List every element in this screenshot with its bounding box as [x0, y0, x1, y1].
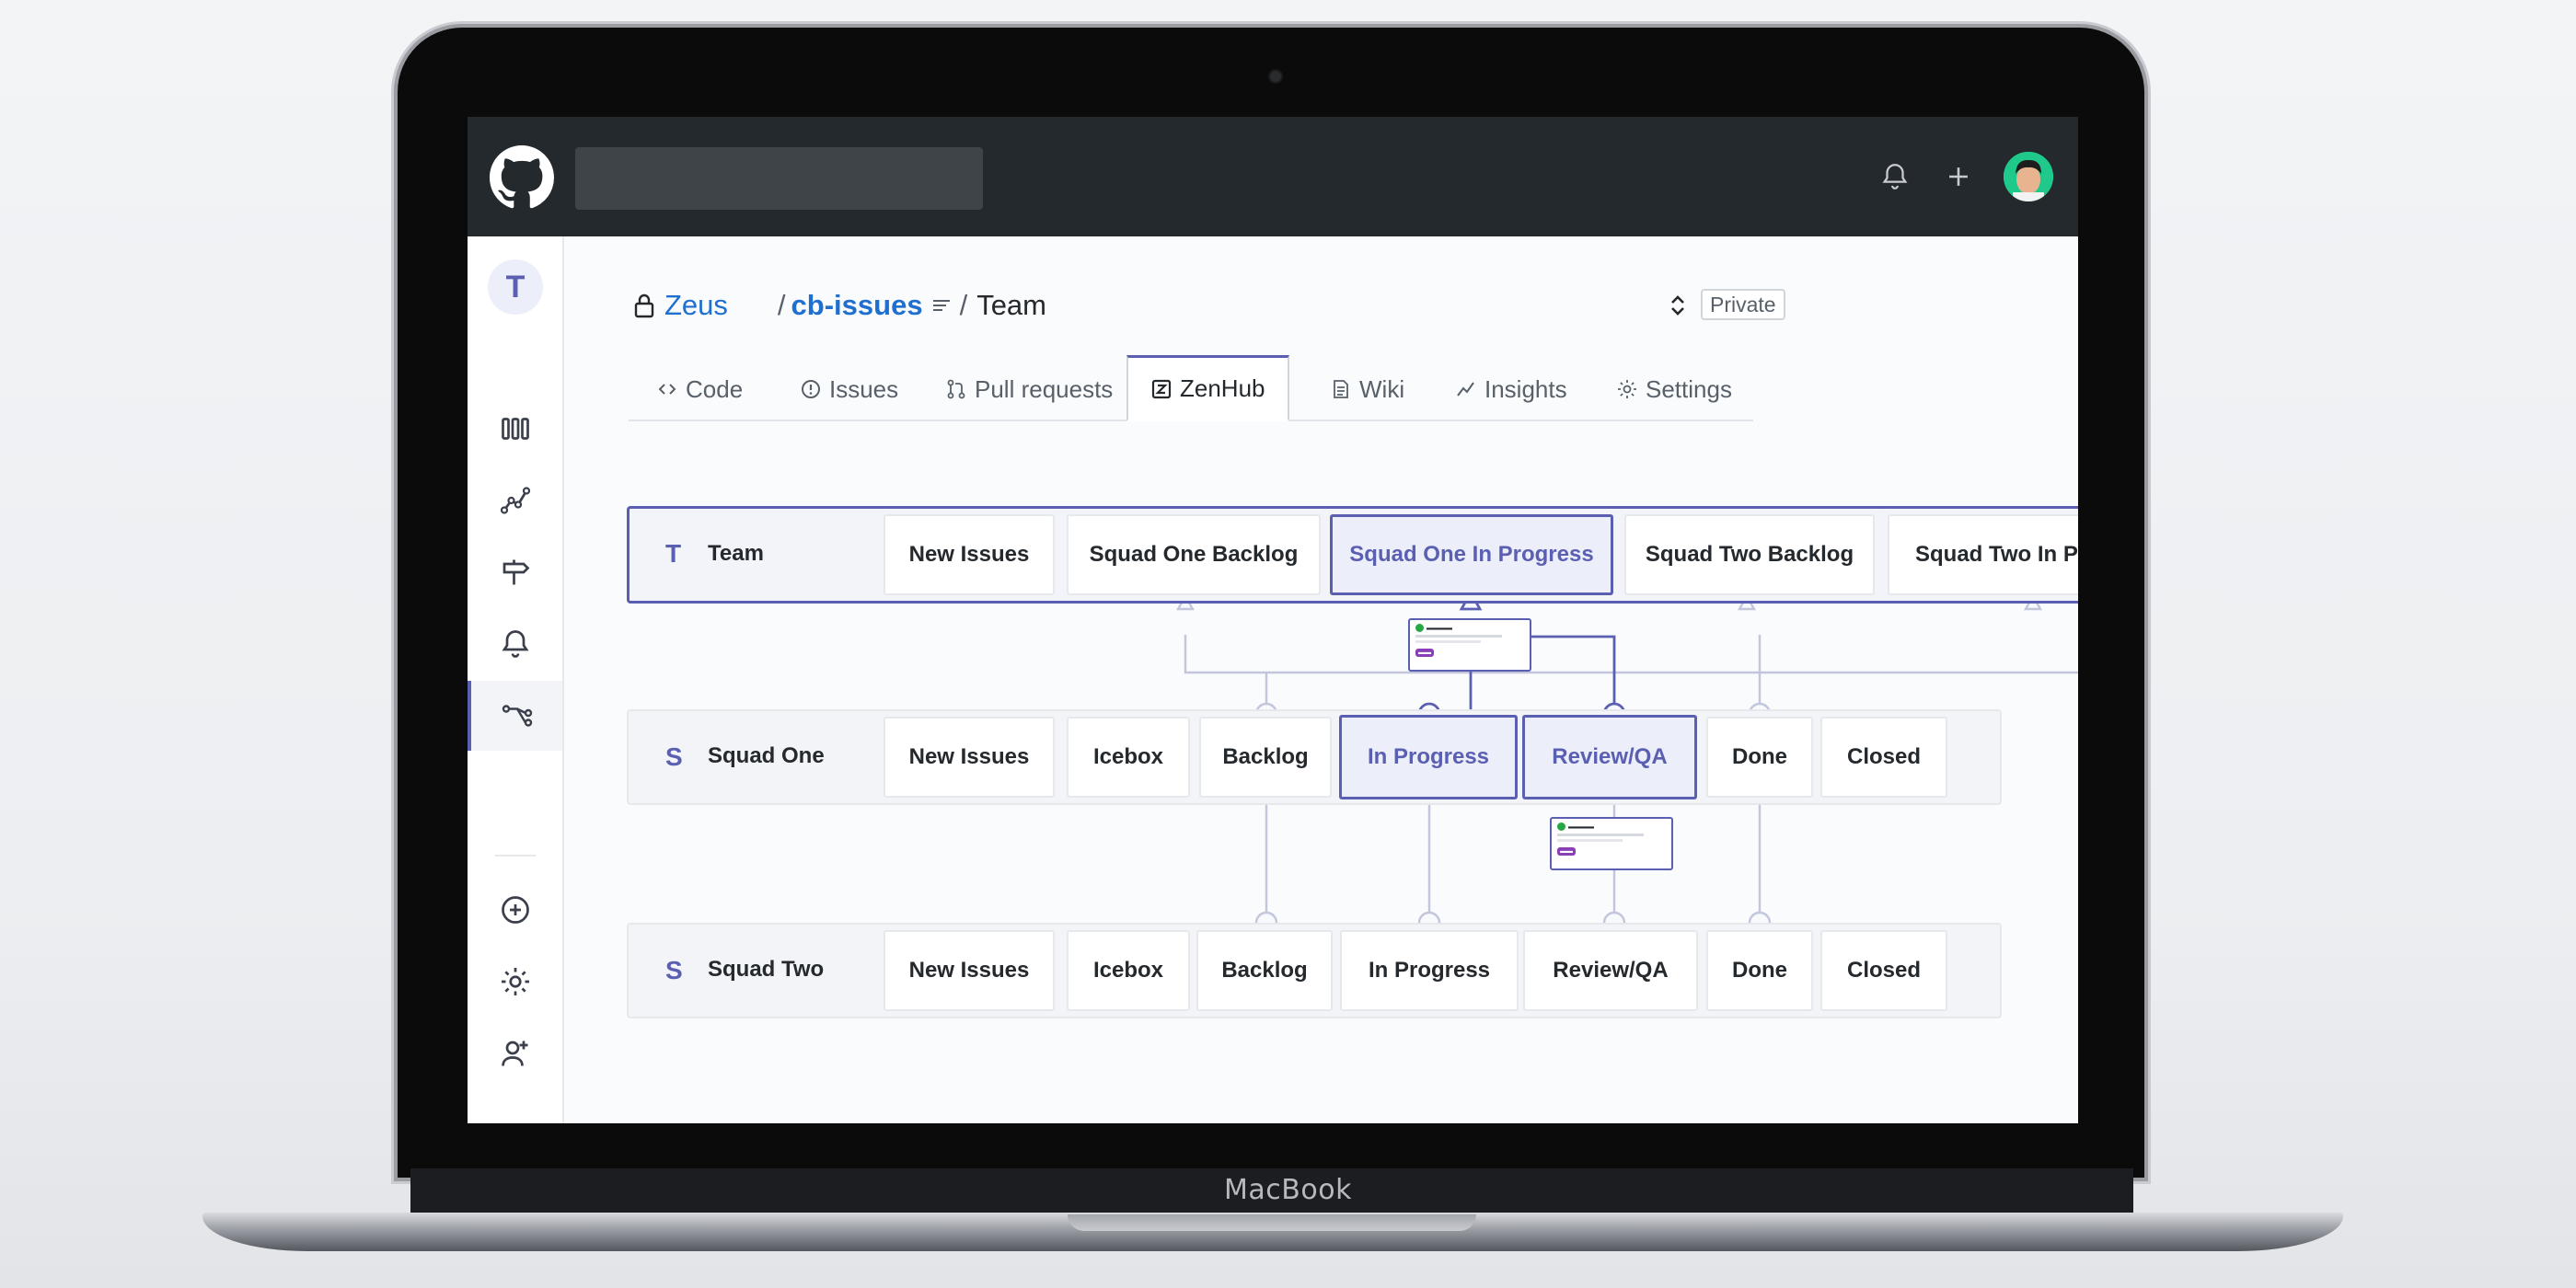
tab-zenhub[interactable]: ZenHub: [1126, 355, 1289, 421]
zenhub-sidebar: T: [468, 236, 564, 1123]
squad-one-pipeline-icebox[interactable]: Icebox: [1067, 717, 1190, 798]
chevron-updown-icon[interactable]: [1668, 292, 1688, 319]
squad-two-pipeline-icebox[interactable]: Icebox: [1067, 930, 1190, 1011]
team-badge: T: [665, 539, 682, 568]
add-user-icon[interactable]: [468, 1018, 562, 1088]
squad-two-badge: S: [665, 956, 683, 984]
squad-one-pipeline-review-qa[interactable]: Review/QA: [1522, 715, 1697, 799]
tab-issues[interactable]: Issues: [800, 357, 898, 421]
tab-label: Issues: [829, 374, 899, 403]
issue-icon: [802, 380, 820, 398]
workspace-avatar[interactable]: T: [488, 259, 543, 315]
issue-card-subtitle: [1415, 640, 1481, 644]
search-input[interactable]: [575, 147, 983, 210]
board-icon[interactable]: [468, 394, 562, 464]
squad-two-pipeline-new-issues[interactable]: New Issues: [884, 930, 1055, 1011]
github-octocat-icon[interactable]: [490, 145, 554, 210]
tab-insights[interactable]: Insights: [1455, 357, 1567, 421]
issue-card-preview: ▬▬▬▬ ▬▬: [1408, 618, 1531, 672]
gear-icon: [1618, 380, 1636, 398]
tab-label: Wiki: [1359, 374, 1405, 403]
repo-owner-link[interactable]: Zeus: [664, 289, 728, 322]
issue-card-tag: ▬▬: [1415, 649, 1434, 658]
reports-icon[interactable]: [468, 466, 562, 535]
breadcrumb-separator: /: [959, 289, 968, 321]
team-pipeline-new-issues[interactable]: New Issues: [884, 514, 1055, 595]
tab-label: Pull requests: [975, 374, 1114, 403]
graph-icon: [1457, 382, 1474, 397]
code-icon: [658, 384, 676, 395]
team-label: Team: [708, 541, 764, 566]
tab-label: Insights: [1484, 374, 1567, 403]
team-pipeline-squad-one-backlog[interactable]: Squad One Backlog: [1067, 514, 1321, 595]
breadcrumb: Zeus / cb-issues / Team: [633, 282, 1046, 328]
issue-card-preview: ▬▬▬▬ ▬▬: [1550, 817, 1673, 870]
issue-card-line: ▬▬▬▬: [1557, 822, 1666, 831]
tab-wiki[interactable]: Wiki: [1330, 357, 1404, 421]
squad-two-pipeline-review-qa[interactable]: Review/QA: [1523, 930, 1698, 1011]
tab-code[interactable]: Code: [656, 357, 743, 421]
issue-card-line: ▬▬▬▬: [1415, 624, 1524, 632]
team-pipeline-squad-two-backlog[interactable]: Squad Two Backlog: [1624, 514, 1875, 595]
roadmap-icon[interactable]: [468, 537, 562, 607]
squad-two-pipeline-done[interactable]: Done: [1706, 930, 1813, 1011]
sidebar-divider: [495, 855, 536, 857]
squad-two-pipeline-in-progress[interactable]: In Progress: [1340, 930, 1519, 1011]
issue-card-title: [1557, 834, 1645, 837]
zenhub-icon: [1151, 379, 1172, 398]
issue-card-subtitle: [1557, 839, 1623, 843]
tab-settings[interactable]: Settings: [1616, 357, 1732, 421]
device-brand: MacBook: [1224, 1174, 1352, 1206]
book-icon: [1334, 380, 1348, 398]
squad-one-pipeline-closed[interactable]: Closed: [1820, 717, 1947, 798]
pull-request-icon: [947, 379, 965, 399]
tab-label: Settings: [1646, 374, 1732, 403]
lock-icon: [634, 293, 654, 318]
issue-card-title: [1415, 635, 1503, 638]
squad-one-pipeline-in-progress[interactable]: In Progress: [1339, 715, 1518, 799]
issue-card-tag: ▬▬: [1557, 847, 1576, 857]
settings-icon[interactable]: [468, 947, 562, 1017]
status-dot-icon: [1415, 624, 1424, 632]
squad-one-badge: S: [665, 742, 683, 771]
tab-label: Code: [686, 374, 744, 403]
user-avatar[interactable]: [2004, 152, 2053, 201]
repo-tabs: Code Issues Pull requests ZenHub Wiki In…: [629, 355, 1753, 421]
list-icon[interactable]: [930, 294, 953, 316]
squad-one-pipeline-done[interactable]: Done: [1706, 717, 1813, 798]
workspace-flow-icon[interactable]: [468, 681, 562, 751]
squad-two-pipeline-backlog[interactable]: Backlog: [1196, 930, 1333, 1011]
repo-name-link[interactable]: cb-issues: [791, 289, 923, 322]
screen: T Zeus / cb-issues / Team Private Code I…: [468, 117, 2078, 1123]
squad-one-pipeline-backlog[interactable]: Backlog: [1199, 717, 1332, 798]
tab-label: ZenHub: [1180, 374, 1265, 402]
team-pipeline-squad-two-in-progress[interactable]: Squad Two In Pr: [1888, 514, 2078, 595]
squad-two-label: Squad Two: [708, 957, 825, 982]
squad-one-pipeline-new-issues[interactable]: New Issues: [884, 717, 1055, 798]
notifications-icon[interactable]: [468, 609, 562, 679]
squad-two-pipeline-closed[interactable]: Closed: [1820, 930, 1947, 1011]
breadcrumb-separator: /: [777, 289, 786, 321]
tab-pull-requests[interactable]: Pull requests: [945, 357, 1113, 421]
laptop-notch: [1068, 1214, 1476, 1231]
camera: [1270, 71, 1281, 82]
bell-icon[interactable]: [1879, 161, 1911, 192]
board-name: Team: [976, 289, 1046, 321]
team-pipeline-squad-one-in-progress[interactable]: Squad One In Progress: [1330, 514, 1613, 595]
status-dot-icon: [1557, 822, 1565, 831]
plus-icon[interactable]: [1943, 161, 1974, 192]
github-header: [468, 117, 2078, 236]
avatar-face-icon: [2004, 152, 2053, 201]
add-icon[interactable]: [468, 875, 562, 945]
visibility-badge: Private: [1701, 289, 1785, 320]
squad-one-label: Squad One: [708, 743, 825, 768]
